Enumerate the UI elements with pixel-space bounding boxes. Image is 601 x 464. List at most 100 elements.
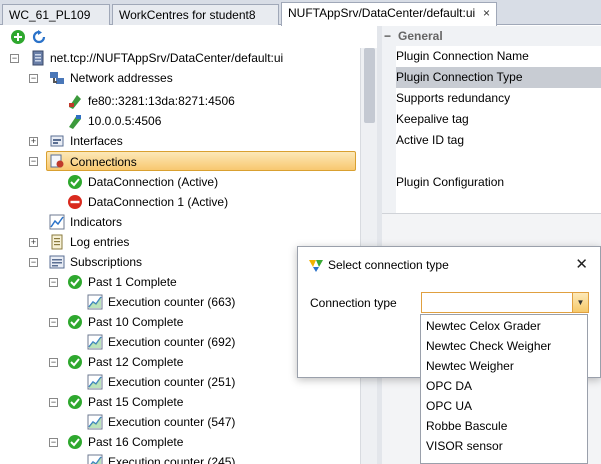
tree-node-address[interactable]: 10.0.0.5:4506 bbox=[67, 111, 307, 131]
option-label: Newtec Celox Grader bbox=[426, 319, 541, 333]
tree-node-address[interactable]: fe80::3281:13da:8271:4506 bbox=[67, 91, 307, 111]
close-icon[interactable]: ✕ bbox=[575, 255, 588, 273]
tree-node-root[interactable]: − net.tcp://NUFTAppSrv/DataCenter/defaul… bbox=[10, 48, 350, 68]
property-row[interactable]: Active ID tag bbox=[396, 130, 601, 151]
tab-workcentres[interactable]: WorkCentres for student8 bbox=[112, 4, 279, 25]
tree-node-counter[interactable]: Execution counter (245) bbox=[87, 452, 327, 464]
tree-node-interfaces[interactable]: + Interfaces bbox=[29, 131, 269, 151]
refresh-icon[interactable] bbox=[32, 30, 46, 44]
dropdown-option[interactable]: Newtec Check Weigher bbox=[421, 336, 587, 356]
collapse-icon[interactable]: − bbox=[384, 26, 391, 46]
property-name: Plugin Configuration bbox=[396, 175, 505, 189]
option-label: OPC UA bbox=[426, 399, 473, 413]
tree-node-subscription[interactable]: − Past 12 Complete bbox=[49, 352, 289, 372]
chevron-down-icon[interactable]: ▼ bbox=[572, 293, 588, 312]
tree-node-subscription[interactable]: − Past 15 Complete bbox=[49, 392, 289, 412]
log-icon bbox=[49, 234, 65, 250]
option-label: Newtec Check Weigher bbox=[426, 339, 552, 353]
collapse-icon[interactable]: − bbox=[49, 318, 58, 327]
tab-label: WC_61_PL109 bbox=[9, 8, 91, 22]
tab-label: NUFTAppSrv/DataCenter/default:ui bbox=[288, 6, 476, 20]
tree-label: Execution counter (663) bbox=[108, 295, 236, 309]
property-category[interactable]: − General bbox=[382, 26, 601, 46]
tree-node-subscriptions[interactable]: − Subscriptions bbox=[29, 252, 269, 272]
collapse-icon[interactable]: − bbox=[49, 438, 58, 447]
scrollbar-thumb[interactable] bbox=[364, 48, 375, 123]
dropdown-option[interactable]: Newtec Celox Grader bbox=[421, 316, 587, 336]
tree-label: Past 1 Complete bbox=[88, 275, 177, 289]
collapse-icon[interactable]: − bbox=[29, 258, 38, 267]
property-row[interactable]: Supports redundancy bbox=[396, 88, 601, 109]
network-icon bbox=[49, 70, 65, 86]
tree-node-connections-selected[interactable]: Connections bbox=[46, 151, 356, 171]
check-circle-icon bbox=[67, 274, 83, 290]
server-icon bbox=[30, 50, 46, 66]
tab-wc-61-pl109[interactable]: WC_61_PL109 bbox=[2, 4, 110, 25]
property-name: Active ID tag bbox=[396, 133, 465, 147]
connection-type-combobox[interactable]: ▼ bbox=[421, 292, 589, 313]
tree-node-subscription[interactable]: − Past 16 Complete bbox=[49, 432, 289, 452]
dropdown-option[interactable]: VISOR sensor bbox=[421, 436, 587, 456]
dropdown-option[interactable]: OPC DA bbox=[421, 376, 587, 396]
tab-dataconnection-ui[interactable]: NUFTAppSrv/DataCenter/default:ui × bbox=[281, 2, 497, 26]
connections-icon bbox=[49, 153, 65, 169]
collapse-icon[interactable]: − bbox=[49, 278, 58, 287]
tree-label: DataConnection (Active) bbox=[88, 175, 219, 189]
tab-label: WorkCentres for student8 bbox=[119, 8, 256, 22]
property-row[interactable] bbox=[396, 151, 601, 172]
tree-node-subscription[interactable]: − Past 1 Complete bbox=[49, 272, 289, 292]
property-row[interactable]: Plugin Configuration bbox=[396, 172, 601, 193]
dropdown-option[interactable]: Robbe Bascule bbox=[421, 416, 587, 436]
property-row-selected[interactable]: Plugin Connection Type bbox=[396, 67, 601, 88]
tab-bar: WC_61_PL109 WorkCentres for student8 NUF… bbox=[0, 0, 601, 26]
add-icon[interactable] bbox=[11, 30, 25, 44]
interfaces-icon bbox=[49, 133, 65, 149]
tree-label: Log entries bbox=[70, 235, 130, 249]
property-row[interactable]: Plugin Connection Name bbox=[396, 46, 601, 67]
tree-node-network-addresses[interactable]: − Network addresses bbox=[29, 68, 329, 88]
dialog-title: Select connection type bbox=[328, 258, 449, 272]
dropdown-option[interactable]: Newtec Weigher bbox=[421, 356, 587, 376]
chart-icon bbox=[87, 334, 103, 350]
subscriptions-icon bbox=[49, 254, 65, 270]
collapse-icon[interactable]: − bbox=[49, 358, 58, 367]
tree-label: Past 15 Complete bbox=[88, 395, 184, 409]
tree-node-counter[interactable]: Execution counter (251) bbox=[87, 372, 327, 392]
network-card-icon bbox=[67, 93, 83, 109]
collapse-icon[interactable]: − bbox=[29, 74, 38, 83]
tree-node-connection[interactable]: DataConnection (Active) bbox=[67, 172, 327, 192]
expand-icon[interactable]: + bbox=[29, 137, 38, 146]
chart-icon bbox=[87, 294, 103, 310]
tree-label: Network addresses bbox=[70, 71, 173, 85]
tree-label: DataConnection 1 (Active) bbox=[88, 195, 229, 209]
connection-type-label: Connection type bbox=[310, 296, 397, 310]
chart-icon bbox=[87, 374, 103, 390]
tree-node-counter[interactable]: Execution counter (547) bbox=[87, 412, 327, 432]
property-grid-margin bbox=[382, 26, 396, 213]
check-circle-icon bbox=[67, 434, 83, 450]
check-circle-icon bbox=[67, 174, 83, 190]
tree-toolbar bbox=[0, 26, 380, 48]
tree-node-counter[interactable]: Execution counter (692) bbox=[87, 332, 327, 352]
option-label: VISOR sensor bbox=[426, 439, 503, 453]
property-row[interactable]: Keepalive tag bbox=[396, 109, 601, 130]
check-circle-icon bbox=[67, 354, 83, 370]
option-label: Newtec Weigher bbox=[426, 359, 514, 373]
collapse-icon[interactable]: − bbox=[49, 398, 58, 407]
dropdown-option[interactable]: OPC UA bbox=[421, 396, 587, 416]
close-tab-icon[interactable]: × bbox=[483, 6, 490, 20]
tree-label: 10.0.0.5:4506 bbox=[88, 114, 162, 128]
tree-node-connection[interactable]: DataConnection 1 (Active) bbox=[67, 192, 327, 212]
connection-type-dropdown: Newtec Celox Grader Newtec Check Weigher… bbox=[420, 314, 588, 464]
collapse-icon[interactable]: − bbox=[10, 54, 19, 63]
tree-label: fe80::3281:13da:8271:4506 bbox=[88, 94, 235, 108]
tree-node-subscription[interactable]: − Past 10 Complete bbox=[49, 312, 289, 332]
tree-node-indicators[interactable]: Indicators bbox=[49, 212, 249, 232]
tree-label: Interfaces bbox=[70, 134, 123, 148]
tree-node-log-entries[interactable]: + Log entries bbox=[29, 232, 229, 252]
expand-icon[interactable]: + bbox=[29, 238, 38, 247]
tree-label: Indicators bbox=[70, 215, 123, 229]
tree-label: Past 16 Complete bbox=[88, 435, 184, 449]
tree-node-counter[interactable]: Execution counter (663) bbox=[87, 292, 327, 312]
collapse-icon[interactable]: − bbox=[29, 157, 38, 166]
